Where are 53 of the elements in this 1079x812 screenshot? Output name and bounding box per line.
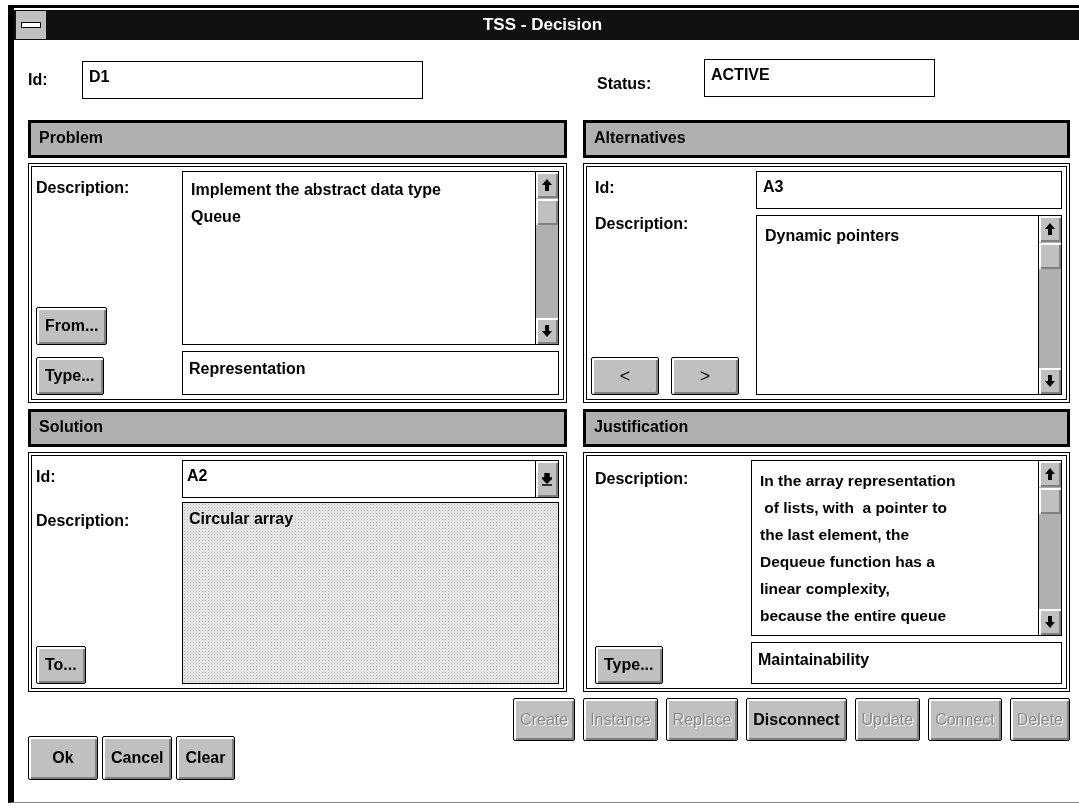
- status-label: Status:: [597, 74, 653, 93]
- description-label: Description:: [594, 469, 690, 489]
- description-label: Description:: [36, 511, 130, 530]
- id-label: Id:: [28, 71, 49, 89]
- down-arrow-icon: [542, 325, 552, 337]
- status-field[interactable]: ACTIVE: [704, 59, 935, 97]
- type-button[interactable]: Type...: [595, 646, 663, 684]
- action-button[interactable]: Disconnect: [746, 698, 847, 741]
- type-field[interactable]: Representation: [182, 351, 559, 395]
- system-menu-button[interactable]: [16, 11, 46, 39]
- description-label: Description:: [594, 215, 689, 233]
- up-arrow-icon: [542, 179, 552, 191]
- scroll-up-button[interactable]: [1039, 461, 1061, 487]
- scrollbar[interactable]: [535, 172, 558, 344]
- type-field[interactable]: Maintainability: [751, 642, 1062, 684]
- id-dropdown[interactable]: A2: [182, 460, 559, 498]
- to-button[interactable]: To...: [36, 646, 86, 684]
- scroll-down-button[interactable]: [1039, 609, 1061, 635]
- scroll-thumb[interactable]: [1039, 243, 1061, 269]
- minus-icon: [21, 22, 41, 28]
- scrollbar[interactable]: [1038, 461, 1061, 635]
- description-textarea[interactable]: Implement the abstract data type Queue: [182, 171, 559, 345]
- id-label: Id:: [36, 467, 57, 487]
- scroll-up-button[interactable]: [536, 172, 558, 198]
- section-header: Alternatives: [583, 120, 1070, 158]
- description-label: Description:: [36, 178, 130, 197]
- scroll-thumb[interactable]: [536, 199, 558, 225]
- up-arrow-icon: [1045, 223, 1055, 235]
- down-arrow-icon: [1045, 375, 1055, 387]
- type-button[interactable]: Type...: [36, 357, 104, 395]
- scroll-down-button[interactable]: [1039, 368, 1061, 394]
- id-field[interactable]: D1: [82, 61, 423, 99]
- scroll-thumb[interactable]: [1039, 488, 1061, 514]
- id-field[interactable]: A3: [756, 171, 1062, 209]
- section-header: Justification: [583, 409, 1070, 447]
- down-arrow-icon: [1045, 616, 1055, 628]
- dialog-button[interactable]: Ok: [28, 736, 98, 780]
- scroll-down-button[interactable]: [536, 318, 558, 344]
- dialog-button[interactable]: Clear: [176, 736, 235, 780]
- scrollbar[interactable]: [1038, 216, 1061, 394]
- previous-button[interactable]: <: [591, 357, 659, 395]
- section-header: Problem: [28, 120, 567, 158]
- description-textarea[interactable]: Dynamic pointers: [756, 215, 1062, 395]
- description-textarea[interactable]: In the array representation of lists, with a pointer to the last element, the Dequeue function has a linear complexity, because the entire queue: [751, 460, 1062, 636]
- from-button[interactable]: From...: [36, 307, 108, 345]
- dialog-button[interactable]: Cancel: [102, 736, 173, 780]
- next-button[interactable]: >: [671, 357, 739, 395]
- section-header: Solution: [28, 409, 567, 447]
- window-title: TSS - Decision: [482, 15, 603, 35]
- dropdown-arrow-icon: [542, 472, 552, 486]
- id-label: Id:: [594, 178, 616, 198]
- up-arrow-icon: [1045, 468, 1055, 480]
- scroll-up-button[interactable]: [1039, 216, 1061, 242]
